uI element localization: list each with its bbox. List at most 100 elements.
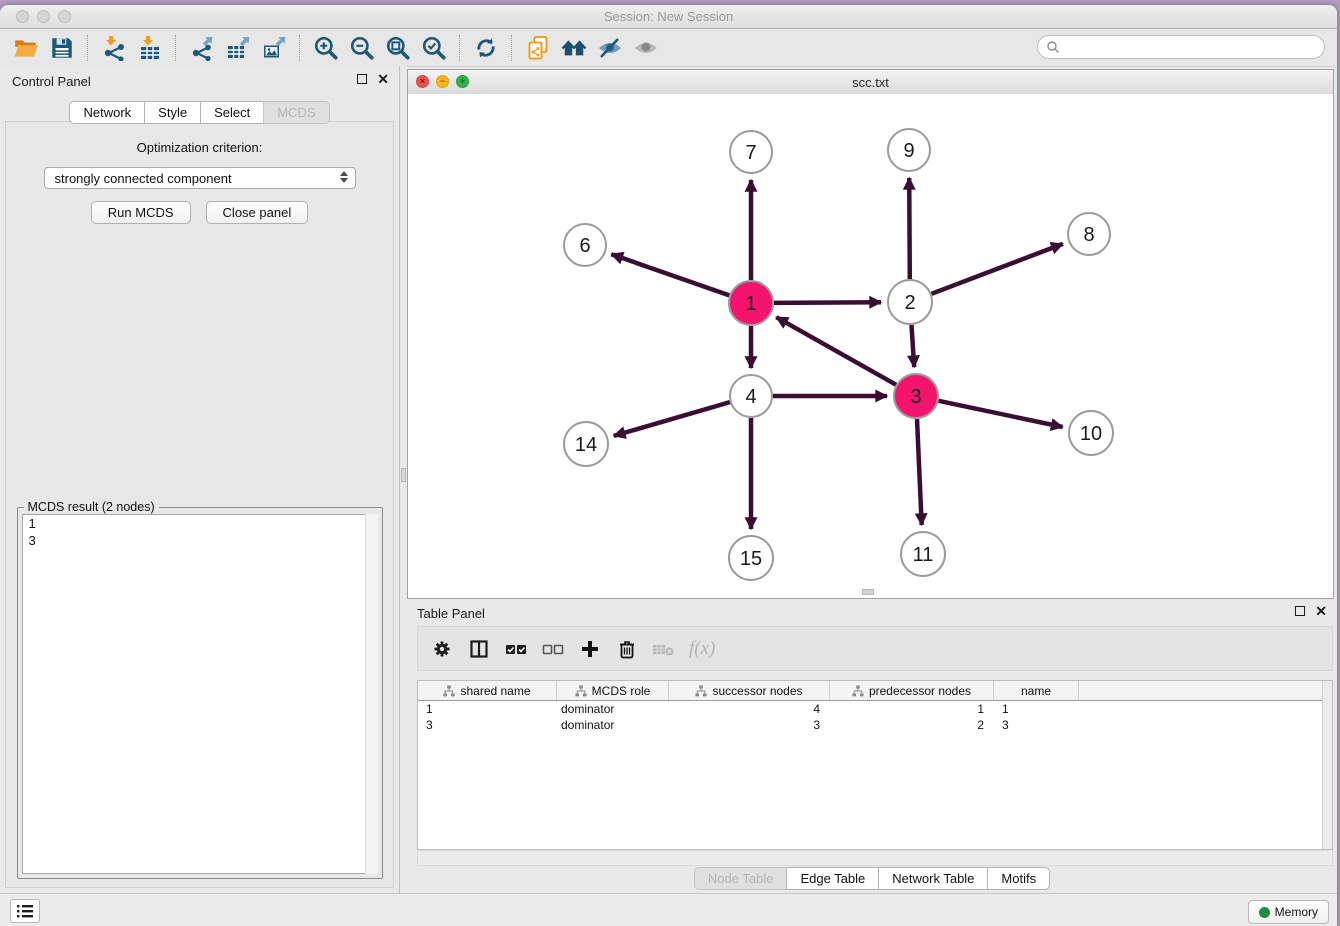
mcds-result-list[interactable]: 13 <box>22 514 378 874</box>
toolbar-separator <box>511 35 513 61</box>
table-cell[interactable]: 2 <box>830 718 994 732</box>
tab-network[interactable]: Network <box>69 101 145 124</box>
run-mcds-button[interactable]: Run MCDS <box>91 201 191 224</box>
network-canvas[interactable]: 7968124314101511 <box>408 94 1333 598</box>
column-header-shared-name[interactable]: shared name <box>418 681 557 700</box>
node-label-6: 6 <box>579 235 590 257</box>
table-row[interactable]: 1dominator411 <box>418 701 1332 717</box>
result-scrollbar[interactable] <box>365 514 378 874</box>
task-history-button[interactable] <box>10 899 40 923</box>
hierarchy-icon <box>852 685 864 697</box>
search-field[interactable] <box>1037 35 1325 59</box>
edge-4-14[interactable] <box>614 402 730 436</box>
table-panel: Table Panel ✕ <box>407 599 1337 893</box>
tab-motifs[interactable]: Motifs <box>987 867 1050 890</box>
zoom-out-button[interactable] <box>344 33 380 63</box>
table-cell[interactable]: 4 <box>669 702 830 716</box>
edge-3-10[interactable] <box>939 401 1063 427</box>
table-cell[interactable]: 1 <box>994 702 1079 716</box>
float-panel-icon[interactable] <box>357 74 367 84</box>
close-panel-button[interactable]: Close panel <box>206 201 309 224</box>
export-table-button[interactable] <box>220 33 256 63</box>
tab-select[interactable]: Select <box>200 101 264 124</box>
hide-eye-button[interactable] <box>592 33 628 63</box>
column-header-successor-nodes[interactable]: successor nodes <box>669 681 830 700</box>
edge-3-11[interactable] <box>917 419 922 525</box>
table-panel-title: Table Panel <box>417 606 485 621</box>
float-table-panel-icon[interactable] <box>1295 606 1305 616</box>
tab-edge-table[interactable]: Edge Table <box>786 867 879 890</box>
table-settings-button[interactable] <box>428 635 456 663</box>
open-session-button[interactable] <box>8 33 44 63</box>
tab-style[interactable]: Style <box>144 101 201 124</box>
show-column-button[interactable] <box>465 635 493 663</box>
import-network-button[interactable] <box>96 33 132 63</box>
control-panel-header: Control Panel ✕ <box>0 66 399 96</box>
table-tabs: Node Table Edge Table Network Table Moti… <box>694 867 1050 890</box>
function-builder-button-disabled: f(x) <box>689 638 715 660</box>
edge-3-1[interactable] <box>776 317 896 385</box>
table-cell[interactable]: 1 <box>830 702 994 716</box>
zoom-selected-icon <box>421 35 447 61</box>
horizontal-splitter-handle[interactable] <box>862 589 874 595</box>
node-label-7: 7 <box>745 142 756 164</box>
edge-2-3[interactable] <box>912 325 915 367</box>
column-header-label: shared name <box>460 684 530 698</box>
edge-1-6[interactable] <box>611 254 729 295</box>
export-network-button[interactable] <box>184 33 220 63</box>
column-header-name[interactable]: name <box>994 681 1079 700</box>
table-hscroll-area[interactable] <box>417 850 1333 866</box>
dropdown-stepper-icon <box>340 171 348 183</box>
table-cell[interactable]: 3 <box>994 718 1079 732</box>
table-cell[interactable]: dominator <box>557 702 669 716</box>
tab-node-table[interactable]: Node Table <box>694 867 788 890</box>
close-panel-icon[interactable]: ✕ <box>377 74 389 84</box>
eye-icon <box>633 35 659 61</box>
show-eye-button[interactable] <box>628 33 664 63</box>
table-scrollbar[interactable] <box>1322 681 1332 849</box>
edge-2-9[interactable] <box>909 178 910 279</box>
table-row[interactable]: 3dominator323 <box>418 717 1332 733</box>
tab-network-table[interactable]: Network Table <box>878 867 988 890</box>
column-header-MCDS-role[interactable]: MCDS role <box>557 681 669 700</box>
memory-button[interactable]: Memory <box>1248 900 1329 924</box>
create-column-button[interactable] <box>576 635 604 663</box>
criterion-dropdown[interactable]: strongly connected component <box>44 167 356 189</box>
edge-2-8[interactable] <box>932 244 1063 294</box>
export-image-button[interactable] <box>256 33 292 63</box>
mcds-result-item[interactable]: 1 <box>23 515 377 532</box>
network-and-table-region: × − + scc.txt 7968124314101511 Table Pan… <box>407 66 1337 893</box>
splitter-handle[interactable] <box>401 468 406 482</box>
table-cell[interactable]: 3 <box>418 718 557 732</box>
zoom-out-icon <box>349 35 375 61</box>
zoom-fit-icon <box>385 35 411 61</box>
network-graph[interactable]: 7968124314101511 <box>408 94 1333 598</box>
zoom-in-button[interactable] <box>308 33 344 63</box>
control-panel: Control Panel ✕ Network Style Select MCD… <box>0 66 400 893</box>
close-table-panel-icon[interactable]: ✕ <box>1315 606 1327 616</box>
ndex-home-button[interactable] <box>556 33 592 63</box>
table-cell[interactable]: 1 <box>418 702 557 716</box>
select-all-columns-button[interactable] <box>502 635 530 663</box>
column-header-predecessor-nodes[interactable]: predecessor nodes <box>830 681 994 700</box>
tab-mcds[interactable]: MCDS <box>263 101 329 124</box>
plus-icon <box>580 639 600 659</box>
network-window-title: scc.txt <box>408 75 1333 90</box>
import-table-button[interactable] <box>132 33 168 63</box>
cyndex-share-button[interactable] <box>520 33 556 63</box>
refresh-layout-button[interactable] <box>468 33 504 63</box>
zoom-selected-button[interactable] <box>416 33 452 63</box>
zoom-fit-button[interactable] <box>380 33 416 63</box>
mcds-result-legend: MCDS result (2 nodes) <box>24 500 159 514</box>
table-cell[interactable]: 3 <box>669 718 830 732</box>
vertical-splitter[interactable] <box>400 66 407 893</box>
mcds-result-item[interactable]: 3 <box>23 532 377 549</box>
delete-column-button[interactable] <box>613 635 641 663</box>
search-input[interactable] <box>1060 39 1324 55</box>
deselect-all-columns-button[interactable] <box>539 635 567 663</box>
node-label-10: 10 <box>1080 423 1102 445</box>
edge-1-2[interactable] <box>774 302 881 303</box>
table-cell[interactable]: dominator <box>557 718 669 732</box>
save-session-button[interactable] <box>44 33 80 63</box>
toolbar-separator <box>459 35 461 61</box>
